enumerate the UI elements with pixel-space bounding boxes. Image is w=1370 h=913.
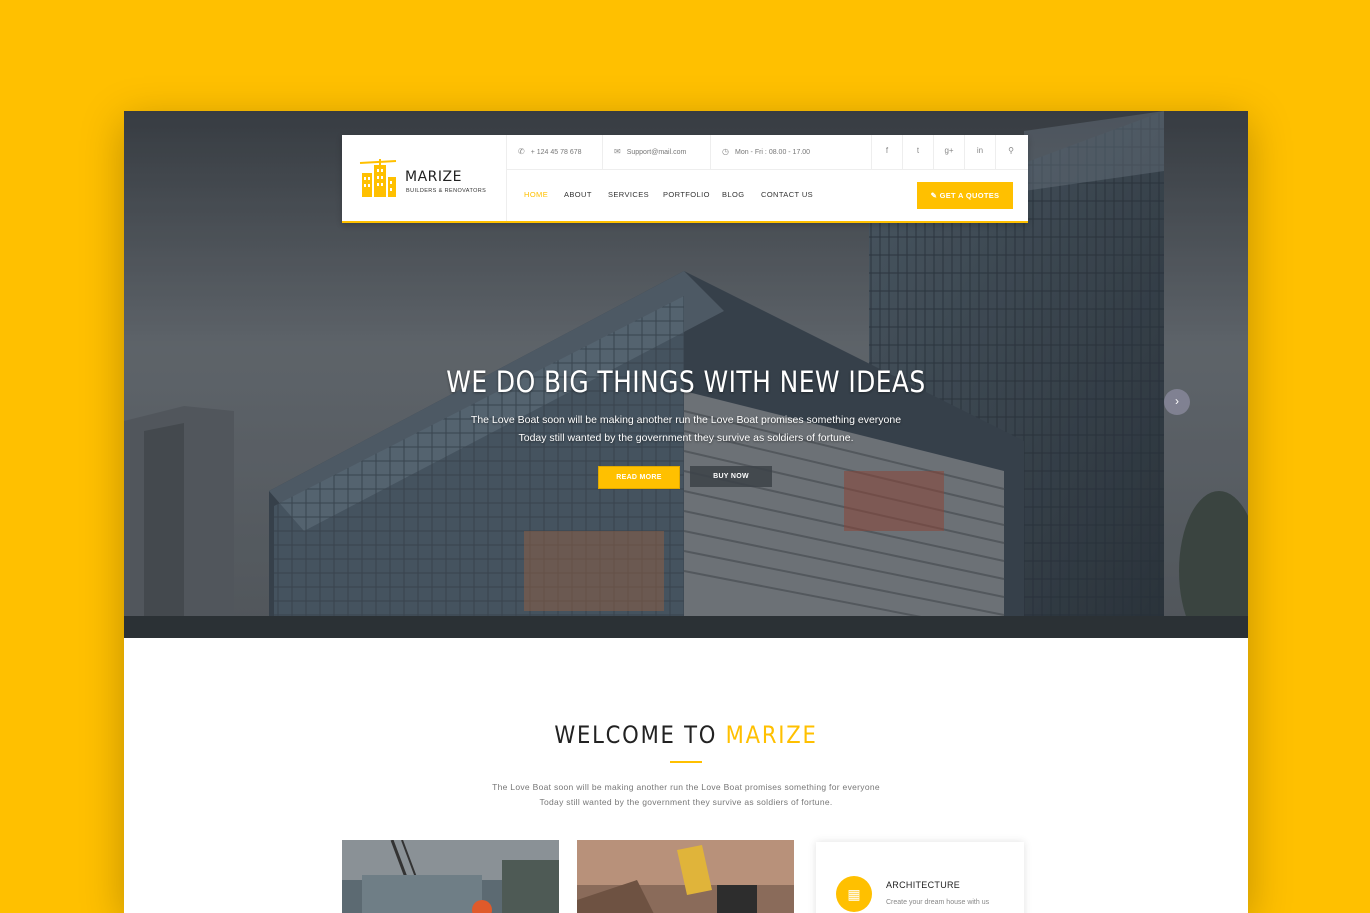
service-image-excavator[interactable] [577,840,794,913]
topbar-divider [710,135,711,169]
brand-tagline: BUILDERS & RENOVATORS [406,188,487,194]
building-crane-logo-icon [359,159,397,197]
service-title: ARCHITECTURE [886,880,961,890]
edit-icon: ✎ [930,191,938,200]
get-a-quotes-label: GET A QUOTES [939,191,1000,200]
clock-icon: ◷ [722,147,729,156]
hero-title: WE DO BIG THINGS WITH NEW IDEAS [446,365,926,399]
phone-icon: ✆ [518,147,525,156]
title-underline [670,761,702,763]
main-navigation: HOME ABOUT SERVICES PORTFOLIO BLOG CONTA… [506,169,1028,221]
email-address[interactable]: Support@mail.com [627,149,687,156]
hero-subtitle-line-2: Today still wanted by the government the… [518,432,854,444]
welcome-title: WELCOME TO MARIZE [191,721,1180,749]
opening-hours: Mon - Fri : 08.00 - 17.00 [734,149,811,156]
nav-item-portfolio[interactable]: PORTFOLIO [663,190,710,199]
welcome-title-prefix: WELCOME TO [554,721,718,749]
service-image-construction[interactable] [342,840,559,913]
welcome-text-line-2: Today still wanted by the government the… [539,797,833,807]
email-info[interactable]: ✉ Support@mail.com [614,147,686,156]
website-frame: WE DO BIG THINGS WITH NEW IDEAS The Love… [124,111,1248,913]
buy-now-button[interactable]: BUY NOW [690,466,772,487]
nav-item-blog[interactable]: BLOG [722,190,744,199]
hours-info: ◷ Mon - Fri : 08.00 - 17.00 [722,147,810,156]
welcome-text-line-1: The Love Boat soon will be making anothe… [492,782,880,792]
search-icon[interactable]: ⚲ [1004,146,1018,155]
topbar-divider [902,135,903,169]
nav-item-home[interactable]: HOME [524,190,548,199]
logo[interactable]: MARIZE BUILDERS & RENOVATORS [342,135,507,221]
phone-number: + 124 45 78 678 [530,149,582,156]
phone-info: ✆ + 124 45 78 678 [518,147,582,156]
service-description: Create your dream house with us [886,899,990,906]
header-topbar: ✆ + 124 45 78 678 ✉ Support@mail.com ◷ Mon … [506,135,1028,170]
hero-subtitle-line-1: The Love Boat soon will be making anothe… [470,414,902,426]
envelope-icon: ✉ [614,147,621,156]
welcome-title-accent: MARIZE [725,721,818,749]
excavator-image [577,840,794,913]
linkedin-icon[interactable]: in [973,146,987,155]
topbar-divider [995,135,996,169]
topbar-divider [602,135,603,169]
site-header: MARIZE BUILDERS & RENOVATORS ✆ + 124 45 7… [342,135,1028,223]
nav-item-services[interactable]: SERVICES [608,190,649,199]
facebook-icon[interactable]: f [880,146,894,155]
twitter-icon[interactable]: t [911,146,925,155]
topbar-divider [964,135,965,169]
topbar-divider [933,135,934,169]
slider-next-arrow-icon[interactable]: › [1164,389,1190,415]
nav-item-contact-us[interactable]: CONTACT US [761,190,813,199]
topbar-divider [871,135,872,169]
google-plus-icon[interactable]: g+ [942,146,956,155]
service-card-architecture[interactable]: ▦ ARCHITECTURE Create your dream house w… [816,842,1024,913]
get-a-quotes-button[interactable]: ✎ GET A QUOTES [917,182,1013,209]
construction-worker-image [342,840,559,913]
brand-name: MARIZE [405,169,462,185]
nav-item-about[interactable]: ABOUT [564,190,592,199]
architecture-icon: ▦ [836,876,872,912]
read-more-button[interactable]: READ MORE [598,466,680,489]
